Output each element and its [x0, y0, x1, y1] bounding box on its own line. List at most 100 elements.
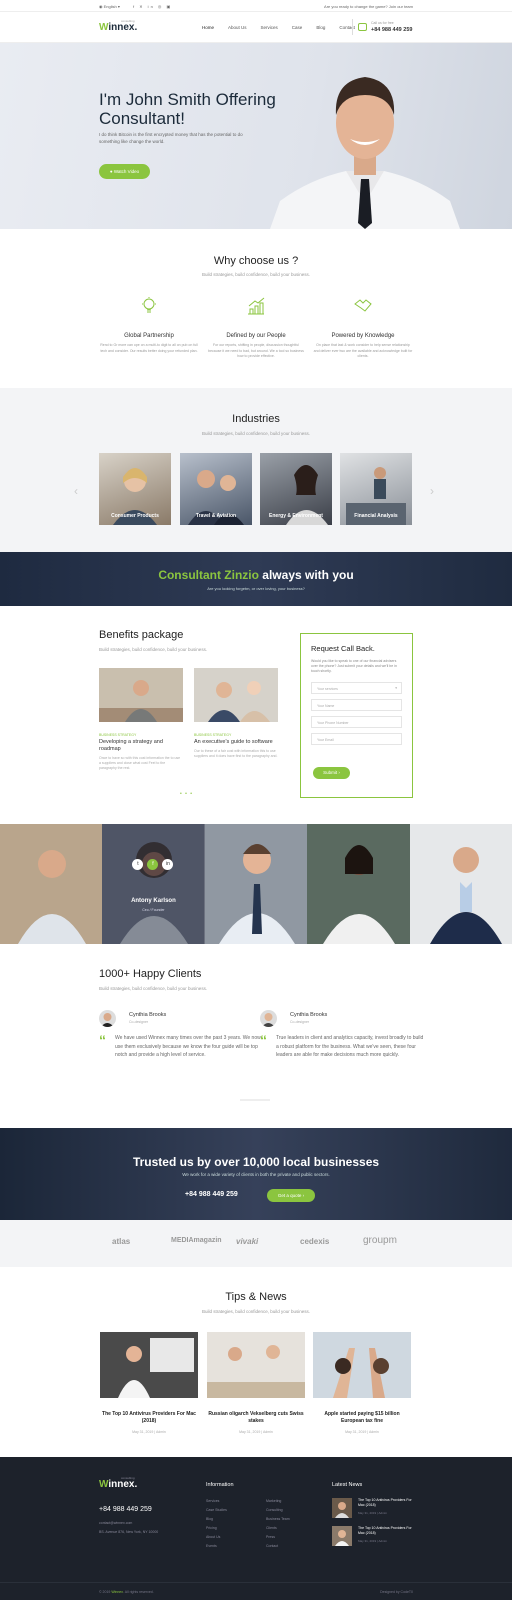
carousel-dots[interactable]: • • •	[180, 791, 193, 797]
footer-link[interactable]: About Us	[206, 1533, 227, 1542]
social-links[interactable]: f ✕ in ◎ ▣	[133, 4, 172, 9]
team-member-featured[interactable]: t f in Antony Karlson Ceo / Founder	[102, 824, 205, 944]
chevron-left-icon[interactable]: ‹	[74, 484, 78, 498]
footer-news-title: Latest News	[332, 1482, 363, 1488]
team-strip: t f in Antony Karlson Ceo / Founder	[0, 824, 512, 944]
testimonial: Cynthia Brooks Co-designer “ True leader…	[260, 1010, 424, 1058]
request-callback-form: Request Call Back. Would you like to spe…	[300, 633, 413, 798]
nav-item-blog[interactable]: Blog	[316, 25, 325, 30]
hero-subtitle: I do think Bitcoin is the first encrypte…	[99, 132, 243, 144]
email-field[interactable]: Your Email	[311, 733, 402, 745]
form-description: Would you like to speak to one of our fi…	[311, 659, 397, 673]
tips-subtitle: Build strategies, build confidence, buil…	[201, 1309, 311, 1314]
team-member[interactable]	[307, 824, 410, 944]
footer-link[interactable]: Services	[206, 1497, 227, 1506]
trust-title: Trusted us by over 10,000 local business…	[132, 1155, 380, 1169]
clients-title: 1000+ Happy Clients	[99, 968, 202, 980]
benefit-post[interactable]: BUSINESS STRATEGY Developing a strategy …	[99, 668, 183, 771]
team-photo	[323, 845, 396, 944]
team-member-role: Ceo / Founder	[142, 908, 165, 912]
footer-phone[interactable]: +84 988 449 259	[99, 1506, 152, 1513]
team-photo	[429, 847, 502, 944]
quote-icon: “	[99, 1032, 106, 1048]
copyright-text: © 2019 Winnex. All rights reserved.	[99, 1590, 154, 1594]
news-card[interactable]: Apple started paying $15 billion Europea…	[313, 1332, 411, 1434]
brand-logo-groupm: groupm	[363, 1235, 397, 1246]
lightbulb-icon	[142, 297, 156, 313]
nav-menu: Home About Us Services Case Blog Contact	[202, 25, 355, 30]
banner-subtitle: Are you looking forgetm, or over loving,…	[207, 586, 305, 591]
growth-chart-icon	[248, 297, 265, 315]
phone-icon	[358, 23, 367, 31]
nav-item-home[interactable]: Home	[202, 25, 214, 30]
chevron-right-icon[interactable]: ›	[430, 484, 434, 498]
team-member[interactable]	[204, 824, 308, 944]
hero-person-image	[270, 77, 460, 229]
top-bar-message[interactable]: Are you ready to change the game? Join o…	[324, 4, 413, 9]
footer-link[interactable]: Marketing	[266, 1497, 290, 1506]
footer-address: BS. Avenue 876, New York, NY 10000	[99, 1530, 159, 1534]
footer-logo[interactable]: Winnex. consulting	[99, 1476, 137, 1490]
industry-card-energy[interactable]: Energy & Environment	[260, 453, 332, 525]
team-member[interactable]	[409, 824, 512, 944]
industry-card-consumer[interactable]: Consumer Products	[99, 453, 171, 525]
facebook-icon[interactable]: f	[147, 859, 159, 870]
form-title: Request Call Back.	[311, 644, 375, 653]
footer-link[interactable]: Press	[266, 1533, 290, 1542]
footer-link[interactable]: Blog	[206, 1515, 227, 1524]
hero-title: I'm John Smith Offering Consultant!	[99, 90, 276, 128]
phone-field[interactable]: Your Phone Number	[311, 716, 402, 728]
brand-logo-atlas: atlas	[112, 1237, 131, 1246]
industries-section: Industries Build strategies, build confi…	[0, 388, 512, 552]
linkedin-icon[interactable]: in	[162, 859, 174, 870]
footer-link[interactable]: Consulting	[266, 1506, 290, 1515]
why-subtitle: Build strategies, build confidence, buil…	[201, 272, 311, 277]
name-field[interactable]: Your Name	[311, 699, 402, 711]
brand-logos: atlas MEDIAmagazin vivaki cedexis groupm	[0, 1220, 512, 1267]
quote-icon: “	[260, 1032, 267, 1048]
news-image	[100, 1332, 198, 1398]
footer-email[interactable]: contact@winnex.com	[99, 1519, 132, 1528]
team-photo	[18, 850, 86, 944]
benefits-subtitle: Build strategies, build confidence, buil…	[99, 647, 208, 652]
header-phone[interactable]: Call us for free +84 988 449 259	[352, 19, 412, 35]
footer: Winnex. consulting +84 988 449 259 contac…	[0, 1457, 512, 1600]
news-card[interactable]: Russian oligarch Vekselberg cuts Swiss s…	[207, 1332, 305, 1434]
footer-news-item[interactable]: The Top 10 Antivirus Providers For Mac (…	[332, 1498, 417, 1520]
handshake-icon	[354, 299, 372, 312]
benefit-post[interactable]: BUSINESS STRATEGY An executive's guide t…	[194, 668, 278, 759]
footer-link[interactable]: Pricing	[206, 1524, 227, 1533]
footer-link[interactable]: Case Studies	[206, 1506, 227, 1515]
banner-title: Consultant Zinzio always with you	[158, 568, 354, 582]
footer-news-item[interactable]: The Top 10 Antivirus Providers For Mac (…	[332, 1526, 417, 1548]
submit-button[interactable]: Submit ›	[313, 767, 350, 779]
nav-item-services[interactable]: Services	[261, 25, 278, 30]
footer-link[interactable]: Contact	[266, 1542, 290, 1551]
services-select[interactable]: Your services ▾	[311, 682, 402, 694]
why-title: Why choose us ?	[213, 255, 299, 267]
brand-logo-media: MEDIAmagazin	[171, 1237, 222, 1244]
industry-card-financial[interactable]: Financial Analysis	[340, 453, 412, 525]
language-selector[interactable]: ◉ English ▾	[99, 4, 120, 9]
news-image	[313, 1332, 411, 1398]
designed-by[interactable]: Designed by CodeT0	[380, 1590, 413, 1594]
industry-card-travel[interactable]: Travel & Aviation	[180, 453, 252, 525]
news-card[interactable]: The Top 10 Antivirus Providers For Mac (…	[100, 1332, 198, 1434]
trust-phone[interactable]: +84 988 449 259	[185, 1191, 238, 1198]
get-quote-button[interactable]: Get a quote ›	[267, 1189, 315, 1202]
nav-item-about[interactable]: About Us	[228, 25, 247, 30]
nav-item-case[interactable]: Case	[292, 25, 303, 30]
benefits-title: Benefits package	[99, 629, 184, 641]
avatar	[99, 1010, 116, 1027]
footer-link[interactable]: Business Team	[266, 1515, 290, 1524]
watch-video-button[interactable]: ● Watch Video	[99, 164, 150, 179]
news-thumbnail	[332, 1498, 352, 1518]
main-navigation: Winnex. consulting Home About Us Services…	[0, 12, 512, 43]
footer-link[interactable]: Clients	[266, 1524, 290, 1533]
hero-section: I'm John Smith Offering Consultant! I do…	[0, 43, 512, 229]
logo[interactable]: Winnex. consulting	[99, 19, 137, 33]
team-member[interactable]	[0, 824, 103, 944]
twitter-icon[interactable]: t	[132, 859, 144, 870]
testimonial-pager[interactable]	[240, 1099, 270, 1101]
footer-link[interactable]: Events	[206, 1542, 227, 1551]
